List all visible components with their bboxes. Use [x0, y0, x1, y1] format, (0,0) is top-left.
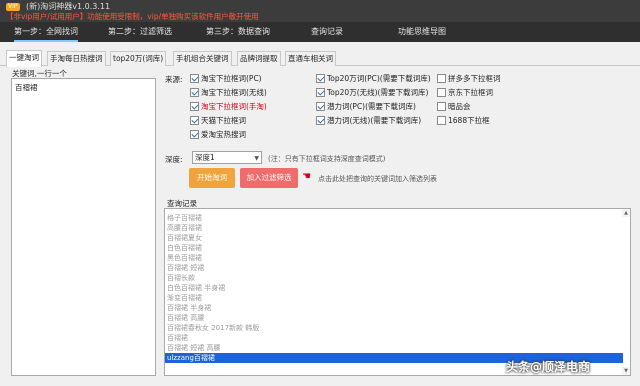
- source-1688[interactable]: 1688下拉框: [437, 115, 490, 126]
- pointing-hand-icon: ☚: [302, 171, 311, 182]
- checkbox-checked-icon[interactable]: [190, 74, 199, 83]
- checkbox-unchecked-icon[interactable]: [437, 102, 446, 111]
- list-item[interactable]: 百褶裙 高腰: [167, 313, 204, 323]
- add-to-filter-button[interactable]: 加入过滤筛选: [240, 168, 298, 188]
- checkbox-unchecked-icon[interactable]: [437, 116, 446, 125]
- watermark: 头条@顺泽电商: [506, 360, 591, 374]
- tab-one-click[interactable]: 一键淘词: [6, 50, 42, 67]
- nav-mind-map[interactable]: 功能思维导图: [398, 22, 446, 42]
- checkbox-checked-icon[interactable]: [316, 74, 325, 83]
- list-item[interactable]: 百褶裙 短裙: [167, 263, 204, 273]
- source-vip[interactable]: 暗品会: [437, 101, 471, 112]
- history-list[interactable]: 格子百褶裙 高腰百褶裙 百褶裙夏女 白色百褶裙 黑色百褶裙 百褶裙 短裙 百褶长…: [164, 208, 631, 376]
- checkbox-unchecked-icon[interactable]: [437, 88, 446, 97]
- checkbox-checked-icon[interactable]: [316, 102, 325, 111]
- checkbox-unchecked-icon[interactable]: [437, 74, 446, 83]
- sub-tabs: 一键淘词 手淘每日热搜词 top20万(词库) 手机组合关键词 品牌词提取 直通…: [0, 50, 640, 67]
- depth-select[interactable]: 深度1 ▼: [192, 151, 262, 164]
- vip-badge: VIP: [6, 3, 20, 11]
- list-item[interactable]: 百褶裙春秋女 2017新款 韩版: [167, 323, 259, 333]
- chevron-down-icon: ▼: [254, 155, 259, 162]
- tab-daily-hot[interactable]: 手淘每日热搜词: [47, 51, 106, 66]
- source-top20w-pc[interactable]: Top20万词(PC)(需要下载词库): [316, 73, 431, 84]
- checkbox-checked-icon[interactable]: [190, 116, 199, 125]
- list-item[interactable]: 格子百褶裙: [167, 213, 202, 223]
- source-jd[interactable]: 京东下拉框词: [437, 87, 493, 98]
- source-tmall[interactable]: 天猫下拉框词: [190, 115, 246, 126]
- start-button[interactable]: 开始淘词: [189, 168, 235, 188]
- title-bar: VIP (新)淘词神器v1.0.3.11 【非vip用户/试用用户】功能使用受限…: [0, 0, 640, 22]
- source-taobao-shoutao[interactable]: 淘宝下拉框词(手淘): [190, 101, 267, 112]
- checkbox-checked-icon[interactable]: [316, 116, 325, 125]
- keyword-line: 百褶裙: [15, 83, 38, 92]
- scroll-up-icon[interactable]: ▲: [622, 209, 630, 217]
- list-item[interactable]: 百褶裙 短裙 高腰: [167, 343, 220, 353]
- tab-ztc-related[interactable]: 直通车相关词: [285, 51, 336, 66]
- tab-top20w[interactable]: top20万(词库): [110, 51, 167, 66]
- source-taobao-mobile[interactable]: 淘宝下拉框词(无线): [190, 87, 267, 98]
- main-nav: 第一步：全网找词 第二步：过滤筛选 第三步：数据查询 查询记录 功能思维导图: [0, 22, 640, 42]
- list-item[interactable]: 白色百褶裙: [167, 243, 202, 253]
- tab-brand-extract[interactable]: 品牌词提取: [237, 51, 281, 66]
- nav-step-3[interactable]: 第三步：数据查询: [206, 22, 270, 42]
- checkbox-checked-icon[interactable]: [190, 102, 199, 111]
- nav-step-1[interactable]: 第一步：全网找词: [14, 22, 78, 42]
- source-taobao-pc[interactable]: 淘宝下拉框词(PC): [190, 73, 262, 84]
- nav-query-history[interactable]: 查询记录: [311, 22, 343, 42]
- source-potential-mobile[interactable]: 潜力词(无线)(需要下载词库): [316, 115, 421, 126]
- depth-note: (注：只有下拉框词支持深度查词模式): [268, 155, 386, 163]
- list-item[interactable]: 百褶裙夏女: [167, 233, 202, 243]
- source-ai-taobao[interactable]: 爱淘宝热搜词: [190, 129, 246, 140]
- list-item[interactable]: 百褶长款: [167, 273, 195, 283]
- tab-mobile-combo[interactable]: 手机组合关键词: [173, 51, 232, 66]
- source-pinduoduo[interactable]: 拼多多下拉框词: [437, 73, 501, 84]
- nav-step-2[interactable]: 第二步：过滤筛选: [108, 22, 172, 42]
- source-potential-pc[interactable]: 潜力词(PC)(需要下载词库): [316, 101, 416, 112]
- checkbox-checked-icon[interactable]: [190, 130, 199, 139]
- list-item[interactable]: 百褶裙 半身裙: [167, 303, 211, 313]
- list-item[interactable]: 白色百褶裙 半身裙: [167, 283, 225, 293]
- source-top20w-mobile[interactable]: Top20万(无线)(需要下载词库): [316, 87, 428, 98]
- keywords-textarea[interactable]: 百褶裙: [11, 78, 156, 376]
- list-item[interactable]: 高腰百褶裙: [167, 223, 202, 233]
- list-item[interactable]: 黑色百褶裙: [167, 253, 202, 263]
- vip-notice: 【非vip用户/试用用户】功能使用受限制，vip/单独购买该软件用户敬开使用: [6, 12, 259, 21]
- checkbox-checked-icon[interactable]: [190, 88, 199, 97]
- app-title: (新)淘词神器v1.0.3.11: [26, 2, 111, 11]
- scroll-down-icon[interactable]: ▼: [622, 367, 630, 375]
- checkbox-checked-icon[interactable]: [316, 88, 325, 97]
- source-label: 来源:: [165, 75, 183, 84]
- list-item[interactable]: 渐变百褶裙: [167, 293, 202, 303]
- depth-value: 深度1: [195, 153, 215, 162]
- list-item[interactable]: 百褶裙: [167, 333, 188, 343]
- depth-label: 深度:: [165, 155, 183, 164]
- filter-hint: 点击此处把查询的关键词加入筛选列表: [318, 175, 437, 183]
